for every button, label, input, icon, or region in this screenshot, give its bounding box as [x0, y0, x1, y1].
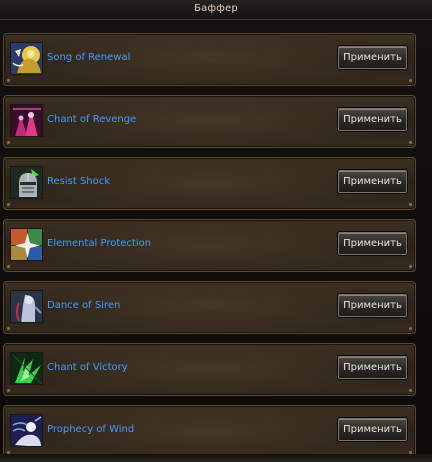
siren-dance-icon	[10, 290, 43, 323]
window-title: Баффер	[194, 3, 238, 14]
buff-row-prophecy-of-wind: Prophecy of Wind Применить	[3, 405, 416, 458]
buff-name: Prophecy of Wind	[47, 424, 135, 435]
knight-helmet-icon	[10, 166, 43, 199]
apply-button[interactable]: Применить	[338, 294, 407, 317]
apply-button[interactable]: Применить	[338, 46, 407, 69]
buff-name: Chant of Victory	[47, 362, 128, 373]
apply-button[interactable]: Применить	[338, 170, 407, 193]
window-bottom-edge	[0, 454, 432, 462]
buff-row-song-of-renewal: Song of Renewal Применить	[3, 33, 416, 86]
revenge-chant-icon	[10, 104, 43, 137]
apply-button[interactable]: Применить	[338, 108, 407, 131]
title-bar[interactable]: Баффер	[0, 0, 432, 20]
buff-row-elemental-protection: Elemental Protection Применить	[3, 219, 416, 272]
apply-button[interactable]: Применить	[338, 356, 407, 379]
buff-name: Chant of Revenge	[47, 114, 137, 125]
wind-prophecy-icon	[10, 414, 43, 447]
buffer-window: Баффер Song of Renewal Применить Chant o…	[0, 0, 432, 462]
apply-button[interactable]: Применить	[338, 232, 407, 255]
buff-name: Elemental Protection	[47, 238, 152, 249]
buff-name: Resist Shock	[47, 176, 111, 187]
buff-row-chant-of-revenge: Chant of Revenge Применить	[3, 95, 416, 148]
buff-name: Dance of Siren	[47, 300, 121, 311]
renewal-song-icon	[10, 42, 43, 75]
buff-row-resist-shock: Resist Shock Применить	[3, 157, 416, 210]
buff-row-chant-of-victory: Chant of Victory Применить	[3, 343, 416, 396]
buff-name: Song of Renewal	[47, 52, 131, 63]
apply-button[interactable]: Применить	[338, 418, 407, 441]
buff-row-dance-of-siren: Dance of Siren Применить	[3, 281, 416, 334]
victory-chant-icon	[10, 352, 43, 385]
elemental-cross-icon	[10, 228, 43, 261]
